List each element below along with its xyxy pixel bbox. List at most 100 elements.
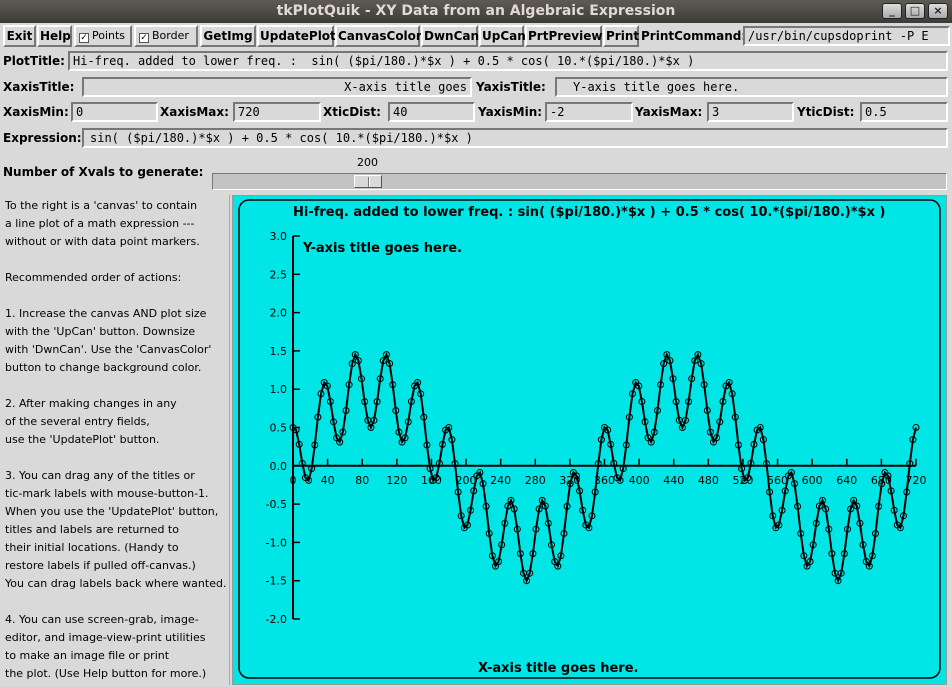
upcan-button[interactable]: UpCan (479, 25, 526, 47)
help-line: Recommended order of actions: (5, 271, 182, 284)
y-tick-label[interactable]: -1.0 (266, 536, 287, 549)
x-tick-label[interactable]: 600 (802, 474, 823, 487)
xticdist-label: XticDist: (323, 105, 381, 119)
slider-thumb[interactable] (354, 175, 382, 188)
x-tick-label[interactable]: 640 (836, 474, 857, 487)
help-text-panel: To the right is a 'canvas' to contain a l… (2, 195, 230, 685)
help-line: restore labels if pulled off-canvas.) (5, 559, 196, 572)
help-line: their initial locations. (Handy to (5, 541, 179, 554)
xaxismin-label: XaxisMin: (3, 105, 69, 119)
yaxistitle-input[interactable]: Y-axis title goes here. (555, 77, 948, 97)
help-line: 2. After making changes in any (5, 397, 177, 410)
xaxistitle-input[interactable]: X-axis title goes (82, 77, 472, 97)
expression-input[interactable]: sin( ($pi/180.)*$x ) + 0.5 * cos( 10.*($… (82, 128, 948, 148)
help-line: button to change background color. (5, 361, 202, 374)
y-tick-label[interactable]: 3.0 (270, 230, 288, 243)
border-label: Border (152, 29, 189, 42)
series-line (292, 352, 917, 584)
xvals-slider-value: 200 (357, 156, 378, 169)
y-tick-label[interactable]: 0.0 (270, 460, 288, 473)
yaxismin-label: YaxisMin: (478, 105, 543, 119)
y-tick-label[interactable]: -2.0 (266, 613, 287, 626)
help-line: 4. You can use screen-grab, image- (5, 613, 199, 626)
help-line: use the 'UpdatePlot' button. (5, 433, 160, 446)
y-tick-label[interactable]: 1.5 (270, 345, 288, 358)
canvascolor-button[interactable]: CanvasColor (335, 25, 422, 47)
xticdist-input[interactable]: 40 (388, 102, 475, 122)
printcommand-label: PrintCommand: (641, 29, 747, 43)
help-line: a line plot of a math expression --- (5, 217, 195, 230)
help-line: When you use the 'UpdatePlot' button, (5, 505, 219, 518)
help-line: You can drag labels back where wanted. (5, 577, 227, 590)
xaxismax-input[interactable]: 720 (233, 102, 321, 122)
x-tick-label[interactable]: 120 (386, 474, 407, 487)
window-titlebar: tkPlotQuik - XY Data from an Algebraic E… (0, 0, 952, 23)
plottitle-label: PlotTitle: (3, 54, 65, 68)
prtpreview-button[interactable]: PrtPreview (525, 25, 602, 47)
x-tick-label[interactable]: 480 (698, 474, 719, 487)
updateplot-button[interactable]: UpdatePlot (257, 25, 336, 47)
close-icon[interactable]: × (928, 3, 948, 19)
help-line: To the right is a 'canvas' to contain (5, 199, 198, 212)
help-button[interactable]: Help (37, 25, 72, 47)
plottitle-input[interactable]: Hi-freq. added to lower freq. : sin( ($p… (68, 51, 948, 71)
xaxistitle-label: XaxisTitle: (3, 80, 75, 94)
help-line (5, 287, 226, 305)
x-tick-label[interactable]: 280 (525, 474, 546, 487)
y-tick-label[interactable]: 0.5 (270, 422, 288, 435)
x-tick-label[interactable]: 0 (290, 474, 297, 487)
x-tick-label[interactable]: 400 (629, 474, 650, 487)
xvals-slider-label: Number of Xvals to generate: (3, 165, 204, 179)
help-line: tic-mark labels with mouse-button-1. (5, 487, 209, 500)
line-plot: Hi-freq. added to lower freq. : sin( ($p… (238, 199, 941, 679)
plot-title[interactable]: Hi-freq. added to lower freq. : sin( ($p… (293, 205, 885, 220)
points-checkbox[interactable]: ✓ Points (74, 25, 132, 47)
help-line (5, 377, 226, 395)
help-line: of the several entry fields, (5, 415, 150, 428)
help-line: the plot. (Use Help button for more.) (5, 667, 207, 680)
checkmark-icon: ✓ (139, 33, 149, 43)
minimize-icon[interactable]: _ (882, 3, 902, 19)
maximize-icon[interactable]: □ (905, 3, 925, 19)
help-line: to make an image file or print (5, 649, 170, 662)
help-line: 1. Increase the canvas AND plot size (5, 307, 207, 320)
help-line: with the 'UpCan' button. Downsize (5, 325, 196, 338)
help-line: titles and labels are returned to (5, 523, 179, 536)
help-line (5, 593, 226, 611)
x-tick-label[interactable]: 40 (321, 474, 335, 487)
y-tick-label[interactable]: 2.0 (270, 307, 288, 320)
yticdist-input[interactable]: 0.5 (860, 102, 948, 122)
y-axis-title[interactable]: Y-axis title goes here. (302, 241, 462, 256)
print-button[interactable]: Print (603, 25, 639, 47)
help-line: editor, and image-view-print utilities (5, 631, 206, 644)
help-line: without or with data point markers. (5, 235, 200, 248)
yaxismax-label: YaxisMax: (635, 105, 703, 119)
yaxistitle-label: YaxisTitle: (476, 80, 546, 94)
y-tick-label[interactable]: 1.0 (270, 383, 288, 396)
x-tick-label[interactable]: 80 (355, 474, 369, 487)
dwncan-button[interactable]: DwnCan (421, 25, 479, 47)
points-label: Points (92, 29, 126, 42)
yaxismin-input[interactable]: -2 (545, 102, 633, 122)
x-tick-label[interactable]: 240 (490, 474, 511, 487)
help-line: 3. You can drag any of the titles or (5, 469, 195, 482)
xvals-slider[interactable] (212, 173, 947, 190)
exit-button[interactable]: Exit (3, 25, 36, 47)
border-checkbox[interactable]: ✓ Border (134, 25, 198, 47)
plot-canvas[interactable]: Hi-freq. added to lower freq. : sin( ($p… (232, 195, 947, 685)
plot-border (238, 199, 941, 679)
xaxismin-input[interactable]: 0 (71, 102, 158, 122)
window-title: tkPlotQuik - XY Data from an Algebraic E… (276, 3, 676, 19)
help-line (5, 449, 226, 467)
help-line: with 'DwnCan'. Use the 'CanvasColor' (5, 343, 212, 356)
printcommand-input[interactable]: /usr/bin/cupsdoprint -P E (743, 26, 950, 46)
y-tick-label[interactable]: -1.5 (266, 575, 287, 588)
y-tick-label[interactable]: 2.5 (270, 268, 288, 281)
x-axis-title[interactable]: X-axis title goes here. (478, 661, 638, 676)
x-tick-label[interactable]: 440 (663, 474, 684, 487)
help-line (5, 251, 226, 269)
yaxismax-input[interactable]: 3 (707, 102, 794, 122)
xaxismax-label: XaxisMax: (160, 105, 229, 119)
getimg-button[interactable]: GetImg (200, 25, 256, 47)
y-tick-label[interactable]: -0.5 (266, 498, 287, 511)
